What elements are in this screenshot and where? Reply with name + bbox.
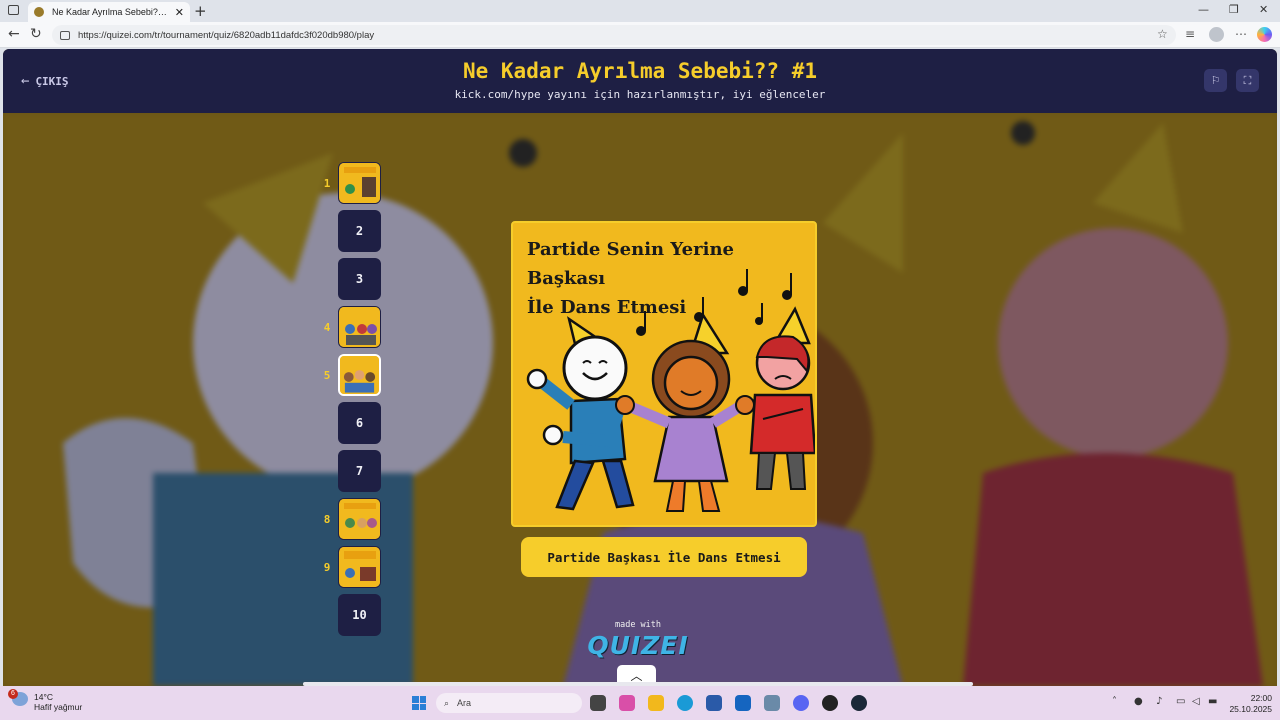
battery-icon[interactable]: ▬ [1208, 696, 1217, 707]
slot-label: 3 [355, 272, 364, 286]
quiz-subtitle: kick.com/hype yayını için hazırlanmıştır… [454, 88, 826, 101]
fullscreen-icon: ⛶ [1243, 73, 1252, 87]
url-field[interactable]: https://quizei.com/tr/tournament/quiz/68… [52, 25, 1176, 45]
discord-icon[interactable] [793, 695, 809, 711]
browser-tab-bar: Ne Kadar Ayrılma Sebebi?? #1 - Q ✕ + — ❐… [0, 0, 1280, 22]
card-illustration [526, 269, 815, 512]
microphone-icon[interactable]: ♪ [1156, 696, 1162, 707]
time: 22:00 [1250, 693, 1272, 703]
quiz-page: ← ÇIKIŞ Ne Kadar Ayrılma Sebebi?? #1 kic… [3, 49, 1277, 686]
clock[interactable]: 22:00 25.10.2025 [1228, 693, 1272, 715]
minimize-icon[interactable]: — [1198, 3, 1209, 16]
slot-label: 6 [355, 416, 364, 430]
thumbnail-image [339, 163, 380, 203]
thumbnail-image [339, 547, 380, 587]
slot-6[interactable]: 6 [338, 402, 381, 444]
tray-app-icon[interactable]: ● [1134, 696, 1143, 707]
slot-2[interactable]: 2 [338, 210, 381, 252]
profile-avatar[interactable] [1209, 27, 1224, 42]
slot-label: 10 [352, 608, 367, 622]
favorites-icon[interactable]: ≡ [1185, 27, 1195, 41]
notification-badge: 6 [8, 689, 18, 699]
windows-start-icon[interactable] [412, 696, 426, 710]
back-icon[interactable]: ← [8, 26, 20, 42]
task-view-icon[interactable] [590, 695, 606, 711]
slot-number: 4 [323, 321, 331, 334]
slot-number: 5 [323, 369, 331, 382]
slot-9-thumbnail[interactable] [338, 546, 381, 588]
copilot-icon[interactable] [1257, 27, 1272, 42]
steam-icon[interactable] [851, 695, 867, 711]
windows-taskbar: 6 14°C Hafif yağmur ⌕ Ara ˄ ● ♪ ▭ ◁ ▬ 22… [0, 686, 1280, 720]
url-text: https://quizei.com/tr/tournament/quiz/68… [78, 29, 375, 41]
volume-icon[interactable]: ◁ [1192, 696, 1200, 707]
slot-8-thumbnail[interactable] [338, 498, 381, 540]
tab-title: Ne Kadar Ayrılma Sebebi?? #1 - Q [52, 7, 171, 17]
weather-description: Hafif yağmur [34, 702, 83, 712]
report-flag-button[interactable]: ⚐ [1204, 69, 1227, 92]
thumbnail-image [339, 307, 380, 347]
search-placeholder: Ara [457, 698, 472, 708]
answer-button[interactable]: Partide Başkası İle Dans Etmesi [521, 537, 807, 577]
thumbnail-image [340, 356, 379, 394]
temperature: 14°C [34, 692, 53, 702]
cloud-rain-icon: 6 [8, 689, 28, 706]
quiz-title: Ne Kadar Ayrılma Sebebi?? #1 [462, 59, 817, 83]
slot-number: 8 [323, 513, 331, 526]
slot-10[interactable]: 10 [338, 594, 381, 636]
slot-number: 9 [323, 561, 331, 574]
browser-tab[interactable]: Ne Kadar Ayrılma Sebebi?? #1 - Q ✕ [28, 2, 190, 22]
settings-gear-icon[interactable] [764, 695, 780, 711]
slot-3[interactable]: 3 [338, 258, 381, 300]
edge-browser-icon[interactable] [677, 695, 693, 711]
new-tab-icon[interactable]: + [194, 2, 207, 20]
slot-label: 2 [355, 224, 364, 238]
slot-7[interactable]: 7 [338, 450, 381, 492]
taskbar-search[interactable]: ⌕ Ara [436, 693, 582, 713]
site-info-icon[interactable] [60, 30, 70, 40]
address-bar-row: ← ↻ https://quizei.com/tr/tournament/qui… [0, 22, 1280, 48]
thumbnail-image [339, 499, 380, 539]
copilot-app-icon[interactable] [619, 695, 635, 711]
close-window-icon[interactable]: ✕ [1259, 3, 1268, 16]
restore-icon[interactable]: ❐ [1229, 3, 1239, 16]
store-icon[interactable] [706, 695, 722, 711]
slot-number: 1 [323, 177, 331, 190]
network-icon[interactable]: ▭ [1176, 696, 1185, 707]
flag-icon: ⚐ [1210, 74, 1221, 87]
search-icon: ⌕ [444, 697, 450, 708]
chevron-up-icon[interactable]: ˄ [1112, 696, 1117, 707]
close-tab-icon[interactable]: ✕ [175, 6, 184, 19]
slot-5-thumbnail-selected[interactable] [338, 354, 381, 396]
slot-label: 7 [355, 464, 364, 478]
fullscreen-button[interactable]: ⛶ [1236, 69, 1259, 92]
quizei-logo[interactable]: QUIZEI [563, 631, 713, 660]
more-options-icon[interactable]: ⋯ [1235, 27, 1247, 41]
slot-4-thumbnail[interactable] [338, 306, 381, 348]
site-favicon-icon [34, 7, 44, 17]
reload-icon[interactable]: ↻ [30, 26, 42, 42]
app-icon[interactable] [822, 695, 838, 711]
current-item-card[interactable]: Partide Senin Yerine Başkası İle Dans Et… [511, 221, 817, 527]
date: 25.10.2025 [1229, 704, 1272, 714]
file-explorer-icon[interactable] [648, 695, 664, 711]
slot-1-thumbnail[interactable] [338, 162, 381, 204]
weather-widget[interactable]: 6 14°C Hafif yağmur [8, 689, 83, 712]
quiz-header: ← ÇIKIŞ Ne Kadar Ayrılma Sebebi?? #1 kic… [3, 49, 1277, 113]
outlook-icon[interactable] [735, 695, 751, 711]
made-with-label: made with [614, 620, 662, 630]
favorite-star-icon[interactable]: ☆ [1157, 27, 1168, 41]
tab-actions-icon[interactable] [8, 5, 19, 15]
